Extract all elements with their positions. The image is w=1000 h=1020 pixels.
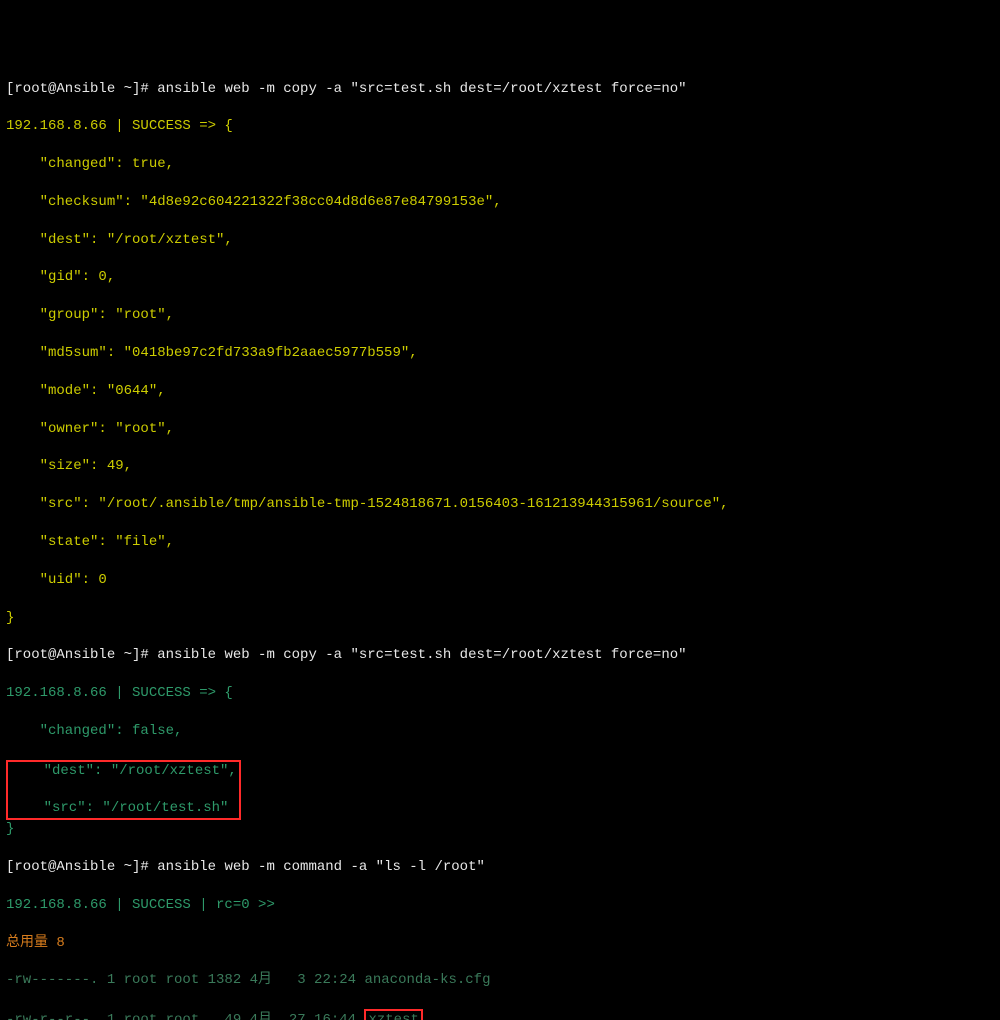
json-owner: "owner": "root", <box>6 420 994 439</box>
command-2: ansible web -m copy -a "src=test.sh dest… <box>157 647 686 663</box>
json-state: "state": "file", <box>6 533 994 552</box>
prompt-3: [root@Ansible ~]# <box>6 859 157 875</box>
json-src-2: "src": "/root/test.sh" <box>8 799 239 818</box>
json-src-1: "src": "/root/.ansible/tmp/ansible-tmp-1… <box>6 495 994 514</box>
ls-row-1-meta: -rw-------. 1 root root 1382 4月 3 22:24 <box>6 972 364 988</box>
json-mode: "mode": "0644", <box>6 382 994 401</box>
json-gid: "gid": 0, <box>6 268 994 287</box>
ls-row-1-file: anaconda-ks.cfg <box>364 972 490 988</box>
ls-total: 总用量 8 <box>6 934 994 953</box>
json-close-2: } <box>6 820 994 839</box>
json-group: "group": "root", <box>6 306 994 325</box>
json-dest-2: "dest": "/root/xztest", <box>8 762 239 781</box>
json-changed-1: "changed": true, <box>6 155 994 174</box>
json-close-1: } <box>6 609 994 628</box>
ls-row-2-meta: -rw-r--r-- 1 root root 49 4月 27 16:44 <box>6 1012 364 1020</box>
json-uid: "uid": 0 <box>6 571 994 590</box>
json-changed-2: "changed": false, <box>6 722 994 741</box>
result-header-1: 192.168.8.66 | SUCCESS => { <box>6 117 994 136</box>
json-md5sum: "md5sum": "0418be97c2fd733a9fb2aaec5977b… <box>6 344 994 363</box>
command-3: ansible web -m command -a "ls -l /root" <box>157 859 485 875</box>
json-size: "size": 49, <box>6 457 994 476</box>
prompt-1: [root@Ansible ~]# <box>6 81 157 97</box>
result-header-2: 192.168.8.66 | SUCCESS => { <box>6 684 994 703</box>
ls-row-2-file: xztest <box>368 1012 418 1020</box>
command-1: ansible web -m copy -a "src=test.sh dest… <box>157 81 686 97</box>
prompt-2: [root@Ansible ~]# <box>6 647 157 663</box>
highlight-box-2: xztest <box>364 1009 422 1020</box>
json-dest-1: "dest": "/root/xztest", <box>6 231 994 250</box>
result-header-3: 192.168.8.66 | SUCCESS | rc=0 >> <box>6 896 994 915</box>
highlight-box-1: "dest": "/root/xztest", "src": "/root/te… <box>6 760 241 821</box>
json-checksum: "checksum": "4d8e92c604221322f38cc04d8d6… <box>6 193 994 212</box>
